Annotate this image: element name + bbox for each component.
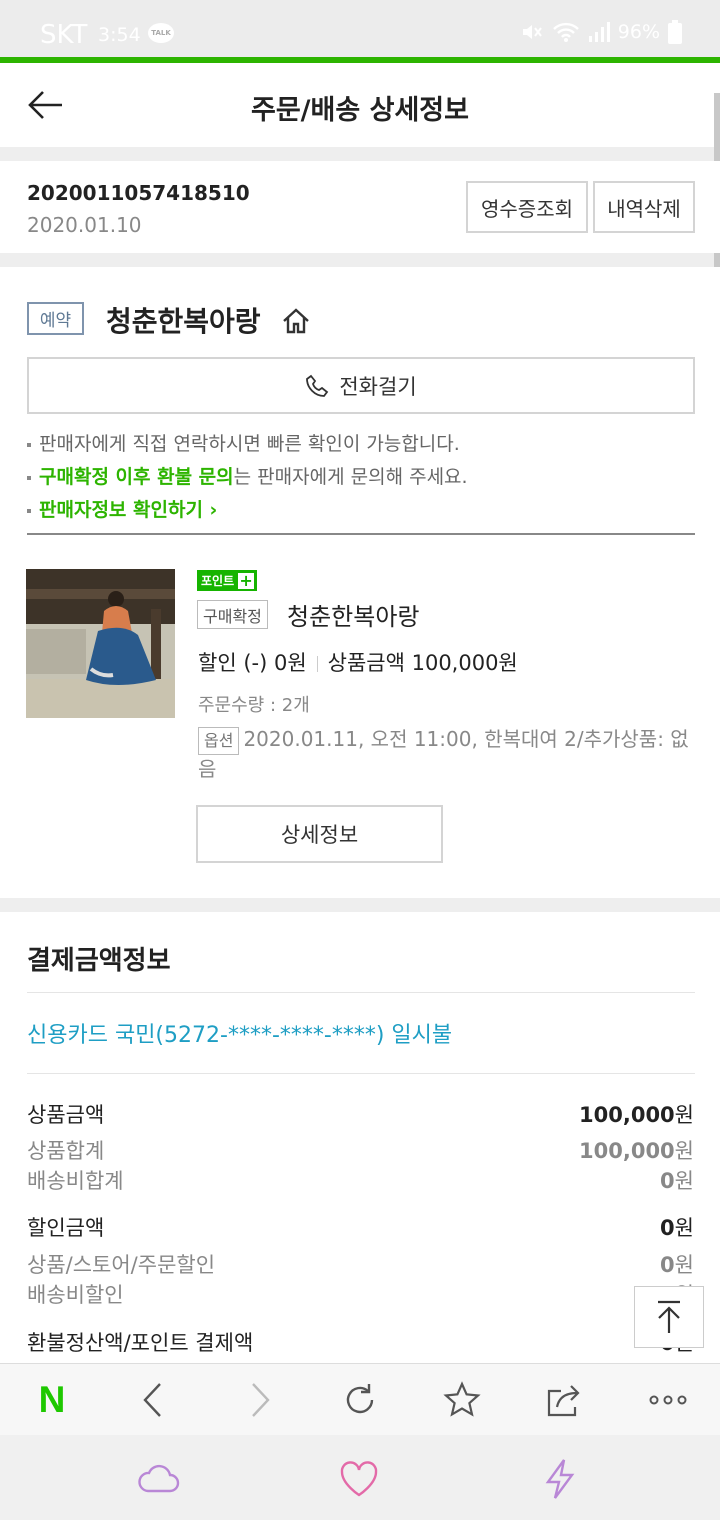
call-button[interactable]: 전화걸기 (27, 357, 695, 414)
product-price: 상품금액 100,000원 (327, 651, 518, 675)
seller-note-contact: 판매자에게 직접 연락하시면 빠른 확인이 가능합니다. (27, 429, 460, 456)
arrow-up-icon (658, 1300, 680, 1333)
scroll-to-top-button[interactable] (634, 1286, 704, 1348)
browser-back-button[interactable] (133, 1380, 173, 1420)
payment-row-store-discount: 상품/스토어/주문할인 0원 (27, 1253, 694, 1277)
divider (27, 1073, 695, 1074)
wifi-icon (552, 22, 579, 42)
detail-info-button[interactable]: 상세정보 (196, 805, 443, 863)
chevron-right-icon (252, 1383, 270, 1417)
plus-icon: + (238, 570, 255, 590)
page-title: 주문/배송 상세정보 (251, 95, 469, 126)
naver-home-button[interactable]: N (32, 1380, 72, 1420)
payment-row-product-amount: 상품금액 100,000원 (27, 1103, 694, 1127)
payment-method: 신용카드 국민(5272-****-****-****) 일시불 (27, 1023, 453, 1048)
bookmark-button[interactable] (442, 1380, 482, 1420)
divider (27, 992, 695, 993)
naver-logo-icon: N (38, 1379, 66, 1420)
page-header: 주문/배송 상세정보 (0, 63, 720, 147)
product-thumbnail[interactable] (26, 569, 175, 718)
more-button[interactable] (648, 1380, 688, 1420)
heart-icon[interactable] (337, 1457, 381, 1501)
payment-row-shipping-discount: 배송비할인0원 (27, 1283, 694, 1307)
system-navigation-bar (0, 1435, 720, 1520)
order-number: 2020011057418510 (27, 181, 250, 205)
phone-icon (306, 374, 329, 397)
signal-icon (588, 22, 610, 42)
battery-icon (668, 20, 682, 44)
status-bar: SKT 3:54 TALK 96% (0, 0, 720, 58)
more-dots-icon (649, 1395, 687, 1405)
payment-row-shipping-total: 배송비합계 0원 (27, 1169, 694, 1193)
store-home-icon[interactable] (281, 307, 311, 335)
share-button[interactable] (545, 1380, 585, 1420)
section-divider (27, 533, 695, 535)
star-icon (443, 1381, 481, 1417)
payment-row-refund-point: 환불정산액/포인트 결제액0원 (27, 1331, 694, 1355)
browser-forward-button[interactable] (240, 1380, 280, 1420)
product-name[interactable]: 청춘한복아랑 (287, 597, 419, 632)
seller-note-refund: 구매확정 이후 환불 문의는 판매자에게 문의해 주세요. (27, 462, 468, 489)
refresh-button[interactable] (340, 1380, 380, 1420)
reservation-badge: 예약 (27, 302, 84, 335)
call-button-label: 전화걸기 (339, 374, 417, 399)
share-icon (547, 1385, 580, 1417)
order-date: 2020.01.10 (27, 213, 142, 237)
option-text: 2020.01.11, 오전 11:00, 한복대여 2/추가상품: 없음 (198, 727, 689, 781)
payment-row-discount: 할인금액 0원 (27, 1216, 694, 1240)
clock: 3:54 (98, 24, 141, 46)
order-quantity: 주문수량 : 2개 (198, 695, 310, 716)
receipt-button[interactable]: 영수증조회 (466, 181, 588, 233)
refresh-icon (346, 1384, 374, 1414)
chevron-left-icon (143, 1383, 161, 1417)
option-info: 옵션 2020.01.11, 오전 11:00, 한복대여 2/추가상품: 없음 (198, 725, 698, 784)
carrier-label: SKT (40, 20, 88, 50)
option-badge: 옵션 (198, 727, 240, 755)
payment-title: 결제금액정보 (27, 946, 171, 976)
browser-toolbar: N (0, 1363, 720, 1435)
seller-section: 예약 청춘한복아랑 전화걸기 판매자에게 직접 연락하시면 빠른 확인이 가능합… (0, 267, 720, 898)
lightning-icon[interactable] (538, 1457, 582, 1501)
kakaotalk-notification-icon: TALK (148, 23, 174, 43)
purchase-status-badge: 구매확정 (197, 600, 268, 629)
order-summary: 2020011057418510 2020.01.10 영수증조회 내역삭제 (0, 161, 720, 253)
price-line: 할인 (-) 0원 상품금액 100,000원 (198, 647, 518, 677)
store-name[interactable]: 청춘한복아랑 (106, 300, 261, 340)
battery-percent: 96% (617, 21, 660, 43)
payment-row-product-total: 상품합계 100,000원 (27, 1139, 694, 1163)
point-plus-badge: 포인트 + (197, 570, 258, 591)
seller-info-link[interactable]: 판매자정보 확인하기 › (27, 495, 217, 522)
cloud-icon[interactable] (136, 1457, 180, 1501)
payment-section: 결제금액정보 신용카드 국민(5272-****-****-****) 일시불 … (0, 912, 720, 1364)
delete-history-button[interactable]: 내역삭제 (593, 181, 695, 233)
mute-icon (522, 25, 542, 39)
discount-amount: 할인 (-) 0원 (198, 651, 307, 675)
